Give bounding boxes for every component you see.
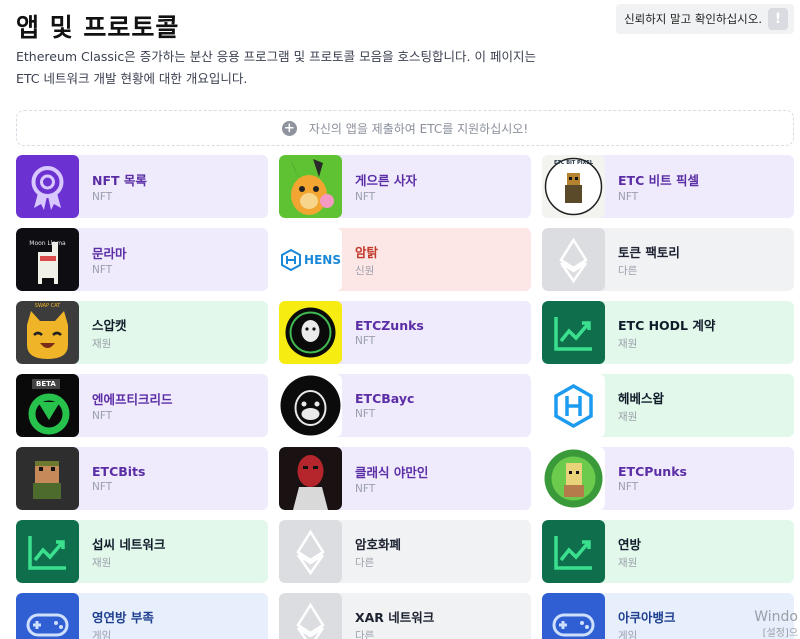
app-title: ETCBayc bbox=[355, 391, 415, 406]
nftcreed-icon: BETA bbox=[16, 374, 79, 437]
app-title: ETCBits bbox=[92, 464, 146, 479]
classic-barbarian-icon bbox=[279, 447, 342, 510]
app-title: 연방 bbox=[618, 536, 642, 552]
app-tag: 다른 bbox=[618, 264, 638, 277]
thumb-text: HENS bbox=[304, 252, 341, 267]
app-card[interactable]: BETA 엔에프티크리드 NFT bbox=[16, 374, 268, 437]
app-card[interactable]: 클래식 야만인 NFT bbox=[279, 447, 531, 510]
etcbayc-ape-icon bbox=[279, 374, 342, 437]
app-tag: NFT bbox=[92, 410, 113, 422]
chart-up-icon bbox=[542, 520, 605, 583]
app-card[interactable]: XAR 네트워크 다른 bbox=[279, 593, 531, 639]
moon-llama-icon: Moon Llama bbox=[16, 228, 79, 291]
app-card[interactable]: ETCZunks NFT bbox=[279, 301, 531, 364]
app-card[interactable]: 암호화폐 다른 bbox=[279, 520, 531, 583]
app-title: 섭씨 네트워크 bbox=[92, 536, 166, 552]
untrusted-notice: 신뢰하지 말고 확인하십시오. ! bbox=[616, 4, 794, 34]
app-card[interactable]: 섭씨 네트워크 재원 bbox=[16, 520, 268, 583]
app-tag: 게임 bbox=[92, 629, 112, 639]
app-title: 아쿠아뱅크 bbox=[618, 609, 676, 625]
app-title: ETCPunks bbox=[618, 464, 687, 479]
app-tag: NFT bbox=[618, 191, 639, 203]
app-title: 문라마 bbox=[92, 246, 127, 261]
chart-up-icon bbox=[542, 301, 605, 364]
thumb-text: ETC BIT PIXEL bbox=[553, 160, 594, 166]
app-card[interactable]: 영연방 부족 게임 bbox=[16, 593, 268, 639]
app-tag: 신원 bbox=[355, 264, 375, 277]
etcbits-icon bbox=[16, 447, 79, 510]
app-title: 암탉 bbox=[355, 244, 379, 260]
app-tag: 다른 bbox=[355, 556, 375, 569]
ribbon-badge-icon bbox=[16, 155, 79, 218]
windows-activation-subtext: [설정]으 bbox=[762, 628, 798, 639]
windows-activation-watermark: Windo bbox=[754, 609, 798, 625]
app-tag: 재원 bbox=[618, 410, 638, 423]
thumb-text: SWAP CAT bbox=[34, 303, 61, 309]
app-tag: NFT bbox=[355, 483, 376, 495]
etczunks-icon bbox=[279, 301, 342, 364]
app-title: 토큰 팩토리 bbox=[618, 244, 680, 260]
etcpunks-icon bbox=[542, 447, 605, 510]
hebeswap-icon bbox=[542, 374, 605, 437]
app-tag: 재원 bbox=[618, 337, 638, 350]
app-card[interactable]: ETCBits NFT bbox=[16, 447, 268, 510]
app-card[interactable]: ETC BIT PIXEL ETC 비트 픽셀 NFT bbox=[542, 155, 794, 218]
app-tag: NFT bbox=[355, 335, 376, 347]
gamepad-icon bbox=[542, 593, 605, 639]
app-tag: 재원 bbox=[92, 556, 112, 569]
info-icon[interactable]: ! bbox=[768, 8, 788, 30]
gamepad-icon bbox=[16, 593, 79, 639]
hens-logo-icon: HENS bbox=[279, 228, 342, 291]
page-title: 앱 및 프로토콜 bbox=[16, 13, 180, 42]
app-title: 암호화폐 bbox=[355, 536, 402, 552]
app-title: ETC 비트 픽셀 bbox=[618, 173, 699, 188]
app-title: 영연방 부족 bbox=[92, 609, 154, 625]
app-title: ETC HODL 계약 bbox=[618, 317, 716, 333]
app-tag: 재원 bbox=[618, 556, 638, 569]
thumb-text: Moon Llama bbox=[29, 240, 66, 247]
ethereum-diamond-icon bbox=[279, 520, 342, 583]
etc-bit-pixel-icon: ETC BIT PIXEL bbox=[542, 155, 605, 218]
app-tag: NFT bbox=[355, 191, 376, 203]
chart-up-icon bbox=[16, 520, 79, 583]
app-title: NFT 목록 bbox=[92, 173, 147, 188]
ethereum-diamond-icon bbox=[279, 593, 342, 639]
app-title: XAR 네트워크 bbox=[355, 609, 435, 625]
lazy-lion-icon bbox=[279, 155, 342, 218]
untrusted-notice-text: 신뢰하지 말고 확인하십시오. bbox=[624, 12, 762, 26]
app-tag: NFT bbox=[618, 481, 639, 493]
intro-text: Ethereum Classic은 증가하는 분산 응용 프로그램 및 프로토콜… bbox=[16, 49, 536, 86]
submit-app-label: 자신의 앱을 제출하여 ETC를 지원하십시오! bbox=[308, 121, 529, 136]
app-card[interactable]: 토큰 팩토리 다른 bbox=[542, 228, 794, 291]
app-card[interactable]: Moon Llama 문라마 NFT bbox=[16, 228, 268, 291]
app-tag: 재원 bbox=[92, 337, 112, 350]
app-title: 스압캣 bbox=[92, 317, 127, 333]
app-tag: NFT bbox=[92, 264, 113, 276]
app-card[interactable]: HENS 암탉 신원 bbox=[279, 228, 531, 291]
plus-icon: + bbox=[281, 120, 297, 136]
app-card[interactable]: NFT 목록 NFT bbox=[16, 155, 268, 218]
submit-app-button[interactable]: + 자신의 앱을 제출하여 ETC를 지원하십시오! bbox=[16, 110, 794, 146]
app-grid: NFT 목록 NFT 게으른 사자 NFT ETC BIT PIXEL ETC … bbox=[16, 155, 796, 639]
thumb-text: BETA bbox=[32, 379, 60, 389]
swap-cat-icon: SWAP CAT bbox=[16, 301, 79, 364]
app-tag: 게임 bbox=[618, 629, 638, 639]
app-card[interactable]: 연방 재원 bbox=[542, 520, 794, 583]
app-title: 헤베스왑 bbox=[618, 390, 665, 406]
ethereum-diamond-icon bbox=[542, 228, 605, 291]
app-card[interactable]: ETC HODL 계약 재원 bbox=[542, 301, 794, 364]
app-tag: NFT bbox=[92, 191, 113, 203]
app-title: ETCZunks bbox=[355, 318, 424, 333]
app-card[interactable]: 게으른 사자 NFT bbox=[279, 155, 531, 218]
app-card[interactable]: ETCPunks NFT bbox=[542, 447, 794, 510]
app-title: 엔에프티크리드 bbox=[92, 392, 173, 407]
app-title: 클래식 야만인 bbox=[355, 465, 429, 480]
app-card[interactable]: 헤베스왑 재원 bbox=[542, 374, 794, 437]
app-tag: NFT bbox=[355, 408, 376, 420]
app-tag: NFT bbox=[92, 481, 113, 493]
app-title: 게으른 사자 bbox=[355, 173, 417, 188]
app-card[interactable]: ETCBayc NFT bbox=[279, 374, 531, 437]
app-card[interactable]: SWAP CAT 스압캣 재원 bbox=[16, 301, 268, 364]
app-tag: 다른 bbox=[355, 629, 375, 639]
